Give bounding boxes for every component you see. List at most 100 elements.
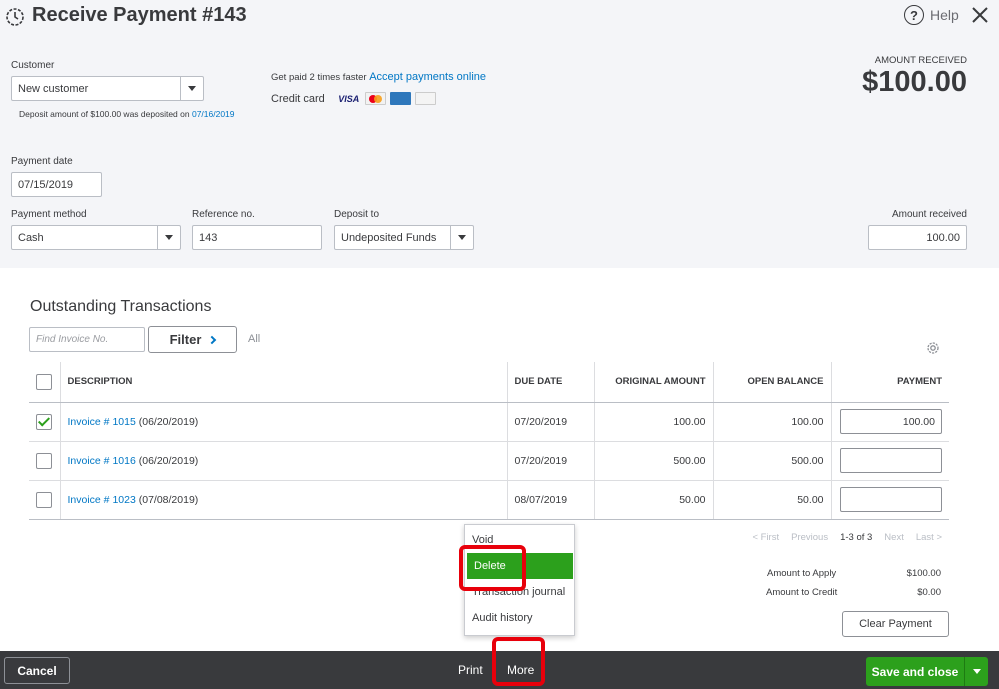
payment-cell bbox=[830, 480, 949, 520]
chevron-down-icon[interactable] bbox=[964, 657, 988, 686]
payment-cell bbox=[830, 441, 949, 481]
amount-to-credit-label: Amount to Credit bbox=[766, 587, 838, 598]
chevron-down-icon bbox=[180, 77, 203, 100]
description-cell: Invoice # 1015 (06/20/2019) bbox=[59, 402, 507, 442]
footer-bar: Cancel Print More Save and close bbox=[0, 651, 999, 689]
help-icon: ? bbox=[904, 5, 924, 25]
pager-first[interactable]: < First bbox=[752, 532, 779, 543]
column-header-original-amount: ORIGINAL AMOUNT bbox=[593, 362, 713, 403]
visa-icon: VISA bbox=[338, 93, 360, 104]
column-header-payment: PAYMENT bbox=[830, 362, 949, 403]
help-label: Help bbox=[930, 7, 959, 23]
deposit-to-label: Deposit to bbox=[334, 209, 380, 220]
amount-received-field[interactable]: 100.00 bbox=[868, 225, 967, 250]
row-checkbox[interactable] bbox=[36, 413, 52, 430]
gear-icon[interactable] bbox=[925, 340, 941, 356]
deposit-note-text: Deposit amount of $100.00 was deposited … bbox=[19, 109, 190, 119]
select-all-cell bbox=[29, 362, 60, 403]
find-invoice-input[interactable]: Find Invoice No. bbox=[29, 327, 145, 352]
chevron-down-icon bbox=[450, 226, 473, 249]
payment-input[interactable] bbox=[840, 487, 942, 512]
row-checkbox-cell bbox=[29, 480, 60, 520]
due-date-cell: 08/07/2019 bbox=[506, 480, 594, 520]
close-icon[interactable] bbox=[970, 5, 990, 25]
table-header-row: DESCRIPTION DUE DATE ORIGINAL AMOUNT OPE… bbox=[29, 362, 949, 403]
deposit-date-link[interactable]: 07/16/2019 bbox=[192, 109, 235, 119]
menu-item-transaction-journal[interactable]: Transaction journal bbox=[465, 579, 574, 605]
customer-label: Customer bbox=[11, 60, 55, 71]
reference-no-label: Reference no. bbox=[192, 209, 255, 220]
cancel-button[interactable]: Cancel bbox=[4, 657, 70, 684]
table-row: Invoice # 1015 (06/20/2019) 07/20/2019 1… bbox=[29, 402, 949, 442]
column-header-description: DESCRIPTION bbox=[59, 362, 507, 403]
payment-date-label: Payment date bbox=[11, 156, 73, 167]
payment-method-value: Cash bbox=[18, 231, 44, 244]
payment-method-select[interactable]: Cash bbox=[11, 225, 181, 250]
row-checkbox[interactable] bbox=[36, 491, 52, 508]
get-paid-text: Get paid 2 times faster bbox=[271, 72, 367, 83]
open-balance-cell: 500.00 bbox=[712, 441, 831, 481]
amount-to-credit-value: $0.00 bbox=[917, 587, 941, 598]
pager-next[interactable]: Next bbox=[884, 532, 904, 543]
column-header-open-balance: OPEN BALANCE bbox=[712, 362, 831, 403]
customer-select[interactable]: New customer bbox=[11, 76, 204, 101]
credit-card-label: Credit card bbox=[271, 92, 325, 105]
outstanding-title: Outstanding Transactions bbox=[30, 298, 212, 315]
mastercard-icon bbox=[364, 92, 386, 105]
help-button[interactable]: ? Help bbox=[904, 5, 959, 25]
more-menu: Void Delete Transaction journal Audit hi… bbox=[464, 524, 575, 636]
clear-payment-button[interactable]: Clear Payment bbox=[842, 611, 949, 637]
print-button[interactable]: Print bbox=[458, 663, 483, 677]
chevron-right-icon bbox=[208, 335, 217, 344]
select-all-checkbox[interactable] bbox=[36, 373, 52, 390]
menu-item-void[interactable]: Void bbox=[465, 527, 574, 553]
row-checkbox-cell bbox=[29, 402, 60, 442]
amount-received-label: AMOUNT RECEIVED bbox=[874, 55, 967, 66]
save-and-close-button[interactable]: Save and close bbox=[866, 657, 988, 686]
recent-transactions-icon[interactable] bbox=[5, 7, 25, 27]
accept-payments-link[interactable]: Accept payments online bbox=[369, 71, 486, 83]
description-cell: Invoice # 1016 (06/20/2019) bbox=[59, 441, 507, 481]
payment-input[interactable]: 100.00 bbox=[840, 409, 942, 434]
deposit-to-select[interactable]: Undeposited Funds bbox=[334, 225, 474, 250]
column-header-due-date: DUE DATE bbox=[506, 362, 594, 403]
credit-card-row: Credit card VISA bbox=[271, 92, 436, 105]
discover-icon bbox=[414, 92, 436, 105]
amount-to-apply-label: Amount to Apply bbox=[767, 568, 837, 579]
menu-item-audit-history[interactable]: Audit history bbox=[465, 605, 574, 631]
pager-previous[interactable]: Previous bbox=[791, 532, 828, 543]
invoice-date: (06/20/2019) bbox=[138, 454, 199, 467]
row-checkbox-cell bbox=[29, 441, 60, 481]
payment-date-field[interactable]: 07/15/2019 bbox=[11, 172, 102, 197]
invoice-date: (07/08/2019) bbox=[138, 493, 199, 506]
pagination: < First Previous 1-3 of 3 Next Last > bbox=[752, 532, 942, 543]
filter-label: Filter bbox=[169, 332, 202, 347]
deposit-note: Deposit amount of $100.00 was deposited … bbox=[19, 109, 235, 119]
reference-no-field[interactable]: 143 bbox=[192, 225, 322, 250]
description-cell: Invoice # 1023 (07/08/2019) bbox=[59, 480, 507, 520]
invoice-link[interactable]: Invoice # 1015 bbox=[68, 416, 136, 428]
menu-item-delete[interactable]: Delete bbox=[467, 553, 573, 579]
due-date-cell: 07/20/2019 bbox=[506, 402, 594, 442]
more-button[interactable]: More bbox=[507, 663, 534, 677]
open-balance-cell: 100.00 bbox=[712, 402, 831, 442]
transactions-table: DESCRIPTION DUE DATE ORIGINAL AMOUNT OPE… bbox=[29, 362, 949, 520]
save-and-close-label: Save and close bbox=[871, 664, 959, 679]
deposit-to-value: Undeposited Funds bbox=[341, 231, 437, 244]
filter-all-label: All bbox=[248, 333, 261, 345]
invoice-link[interactable]: Invoice # 1016 bbox=[68, 455, 136, 467]
invoice-link[interactable]: Invoice # 1023 bbox=[68, 494, 136, 506]
payment-input[interactable] bbox=[840, 448, 942, 473]
amount-received-field-label: Amount received bbox=[891, 209, 967, 220]
original-amount-cell: 50.00 bbox=[593, 480, 713, 520]
pager-last[interactable]: Last > bbox=[916, 532, 942, 543]
page-title: Receive Payment #143 bbox=[32, 4, 247, 26]
open-balance-cell: 50.00 bbox=[712, 480, 831, 520]
customer-value: New customer bbox=[18, 82, 89, 95]
filter-button[interactable]: Filter bbox=[148, 326, 237, 353]
original-amount-cell: 500.00 bbox=[593, 441, 713, 481]
amex-icon bbox=[389, 92, 411, 105]
due-date-cell: 07/20/2019 bbox=[506, 441, 594, 481]
get-paid-promo: Get paid 2 times faster Accept payments … bbox=[271, 71, 486, 83]
row-checkbox[interactable] bbox=[36, 452, 52, 469]
